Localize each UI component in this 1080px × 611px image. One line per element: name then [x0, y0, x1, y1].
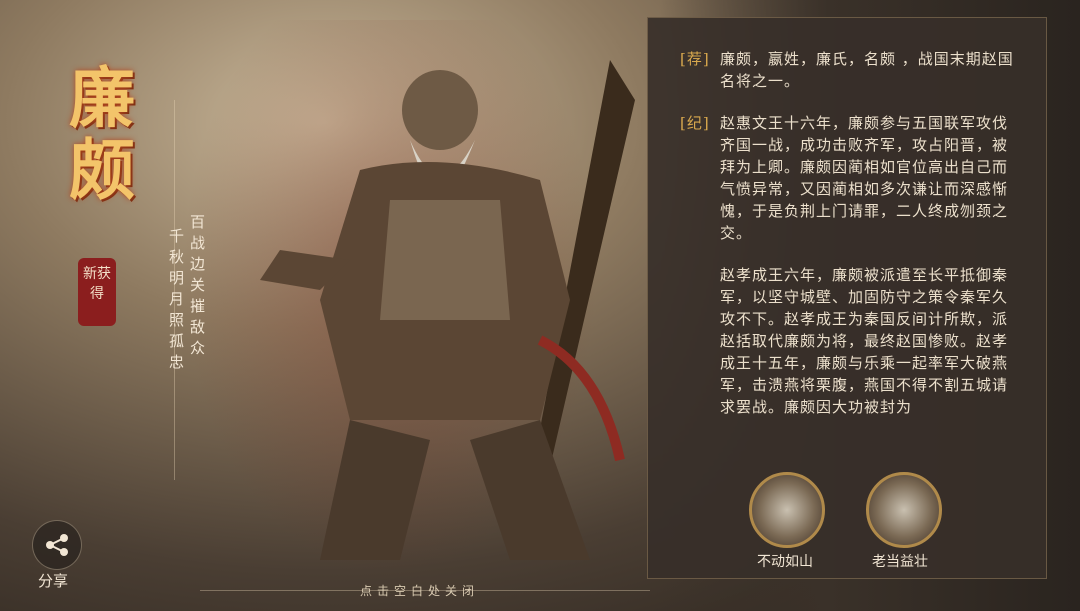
- bio-record: [纪] 赵惠文王十六年，廉颇参与五国联军攻伐齐国一战，成功击败齐军，攻占阳晋，被…: [680, 112, 1016, 244]
- record-tag: [纪]: [680, 114, 710, 132]
- bio-record-continued: 赵孝成王六年，廉颇被派遣至长平抵御秦军，以坚守城壁、加固防守之策令秦军久攻不下。…: [680, 264, 1016, 418]
- record-text-2: 赵孝成王六年，廉颇被派遣至长平抵御秦军，以坚守城壁、加固防守之策令秦军久攻不下。…: [720, 266, 1009, 416]
- share-button[interactable]: [32, 520, 82, 570]
- bio-text[interactable]: [荐] 廉颇，嬴姓，廉氏，名颇 ，战国末期赵国名将之一。 [纪] 赵惠文王十六年…: [680, 48, 1016, 452]
- hero-poem: 百战边关摧敌众 千秋明月照孤忠: [166, 214, 208, 375]
- skill-icon-1[interactable]: [749, 472, 825, 548]
- hero-name: 廉颇: [69, 59, 135, 209]
- skill-label-2: 老当益壮: [872, 554, 928, 570]
- poem-line-2: 千秋明月照孤忠: [167, 228, 185, 375]
- close-hint: 点击空白处关闭: [360, 584, 480, 598]
- share-icon: [46, 534, 68, 556]
- intro-tag: [荐]: [680, 50, 710, 68]
- skill-icon-2[interactable]: [866, 472, 942, 548]
- skill-label-1: 不动如山: [757, 554, 813, 570]
- bio-intro: [荐] 廉颇，嬴姓，廉氏，名颇 ，战国末期赵国名将之一。: [680, 48, 1016, 92]
- share-label[interactable]: 分享: [38, 570, 68, 591]
- poem-line-1: 百战边关摧敌众: [188, 214, 206, 361]
- new-badge: 新获得: [78, 258, 116, 326]
- intro-text: 廉颇，嬴姓，廉氏，名颇 ，战国末期赵国名将之一。: [720, 50, 1014, 90]
- hero-portrait: [260, 60, 635, 560]
- record-text: 赵惠文王十六年，廉颇参与五国联军攻伐齐国一战，成功击败齐军，攻占阳晋，被拜为上卿…: [720, 114, 1009, 242]
